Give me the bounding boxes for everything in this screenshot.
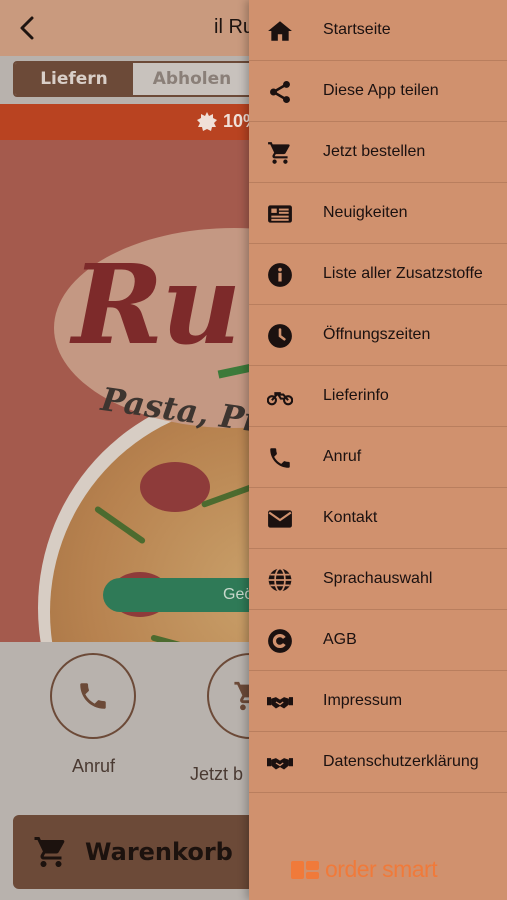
menu-item-label: Jetzt bestellen	[323, 143, 426, 160]
share-icon	[267, 79, 293, 105]
brand-name: order smart	[325, 856, 438, 882]
menu-item-label: Neuigkeiten	[323, 204, 408, 221]
brand-logo: order smart	[291, 856, 438, 883]
phone-icon	[267, 445, 293, 471]
tab-abholen[interactable]: Abholen	[133, 63, 251, 95]
order-mode-toggle: Liefern Abholen	[13, 61, 253, 97]
motorcycle-icon	[267, 384, 293, 410]
page-title: il Ru	[214, 16, 255, 38]
copyright-icon	[267, 628, 293, 654]
menu-item-app-teilen[interactable]: Diese App teilen	[249, 61, 507, 122]
menu-item-label: Datenschutzerklärung	[323, 753, 479, 770]
menu-item-label: Kontakt	[323, 509, 378, 526]
handshake-icon	[267, 689, 293, 715]
menu-item-lieferinfo[interactable]: Lieferinfo	[249, 366, 507, 427]
menu-item-label: Lieferinfo	[323, 387, 389, 404]
badge-icon	[197, 111, 217, 131]
restaurant-logo: Ru	[72, 240, 241, 369]
menu-item-label: Liste aller Zusatzstoffe	[323, 265, 483, 282]
menu-item-kontakt[interactable]: Kontakt	[249, 488, 507, 549]
pizza-topping	[140, 462, 210, 512]
menu-item-label: Startseite	[323, 21, 391, 38]
clock-icon	[267, 323, 293, 349]
pizza-topping	[93, 505, 147, 545]
pizza-topping	[150, 634, 210, 642]
menu-item-agb[interactable]: AGB	[249, 610, 507, 671]
menu-item-oeffnungszeiten[interactable]: Öffnungszeiten	[249, 305, 507, 366]
menu-item-sprachauswahl[interactable]: Sprachauswahl	[249, 549, 507, 610]
chevron-left-icon	[20, 16, 34, 40]
menu-item-label: AGB	[323, 631, 357, 648]
tab-liefern[interactable]: Liefern	[15, 63, 133, 95]
globe-icon	[267, 567, 293, 593]
menu-item-label: Diese App teilen	[323, 82, 439, 99]
menu-item-label: Öffnungszeiten	[323, 326, 431, 343]
home-icon	[267, 18, 293, 44]
call-action-button[interactable]	[50, 653, 136, 739]
back-button[interactable]	[14, 14, 42, 42]
order-action-label: Jetzt b	[190, 764, 244, 784]
navigation-drawer: Startseite Diese App teilen Jetzt bestel…	[249, 0, 507, 900]
menu-item-impressum[interactable]: Impressum	[249, 671, 507, 732]
phone-icon	[80, 683, 106, 709]
menu-item-neuigkeiten[interactable]: Neuigkeiten	[249, 183, 507, 244]
cart-icon	[34, 837, 65, 867]
menu-item-jetzt-bestellen[interactable]: Jetzt bestellen	[249, 122, 507, 183]
cart-icon	[267, 140, 293, 166]
news-icon	[267, 201, 293, 227]
info-icon	[267, 262, 293, 288]
handshake-icon	[267, 750, 293, 776]
menu-item-datenschutz[interactable]: Datenschutzerklärung	[249, 732, 507, 793]
menu-item-startseite[interactable]: Startseite	[249, 0, 507, 61]
menu-item-label: Impressum	[323, 692, 403, 709]
menu-item-label: Sprachauswahl	[323, 570, 433, 587]
menu-item-label: Anruf	[323, 448, 362, 465]
call-action-label: Anruf	[72, 756, 116, 776]
menu-item-zusatzstoffe[interactable]: Liste aller Zusatzstoffe	[249, 244, 507, 305]
menu-item-anruf[interactable]: Anruf	[249, 427, 507, 488]
envelope-icon	[267, 506, 293, 532]
order-smart-logo-mark	[291, 859, 321, 881]
cart-label: Warenkorb	[85, 838, 233, 866]
